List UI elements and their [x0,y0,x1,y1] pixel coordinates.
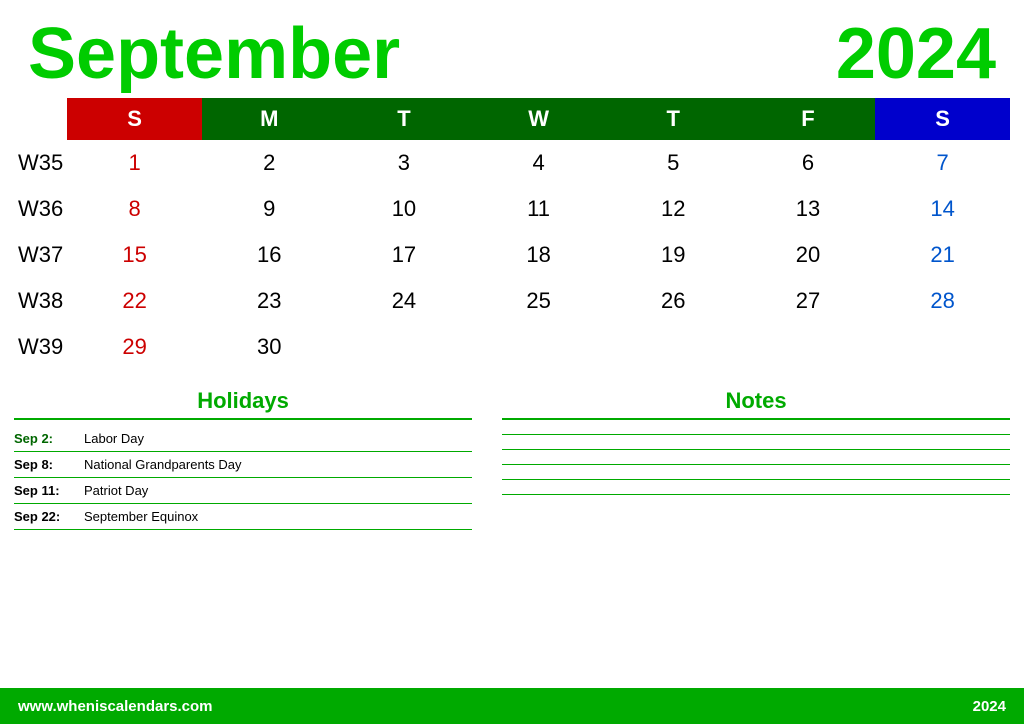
holiday-date: Sep 2: [14,431,84,446]
header-tue: T [337,98,472,140]
holiday-item: Sep 22:September Equinox [14,504,472,530]
holidays-title: Holidays [14,388,472,414]
calendar-day [337,324,472,370]
footer-year: 2024 [973,698,1006,715]
holidays-section: Holidays Sep 2:Labor DaySep 8:National G… [14,388,492,530]
calendar-day: 30 [202,324,337,370]
calendar-day: 15 [67,232,202,278]
calendar-header-row: S M T W T F S [14,98,1010,140]
bottom-section: Holidays Sep 2:Labor DaySep 8:National G… [0,378,1024,530]
notes-lines [502,434,1010,495]
calendar-day: 9 [202,186,337,232]
header-sat: S [875,98,1010,140]
header-sun: S [67,98,202,140]
notes-line [502,479,1010,480]
footer-url: www.wheniscalendars.com [18,698,213,715]
calendar-day: 27 [741,278,876,324]
calendar-day: 28 [875,278,1010,324]
calendar-day: 6 [741,140,876,186]
calendar-day: 1 [67,140,202,186]
notes-line [502,449,1010,450]
notes-section: Notes [492,388,1010,530]
calendar-row: W3715161718192021 [14,232,1010,278]
holidays-list: Sep 2:Labor DaySep 8:National Grandparen… [14,426,472,530]
calendar-day: 25 [471,278,606,324]
calendar-day [606,324,741,370]
holiday-date: Sep 8: [14,457,84,472]
notes-title: Notes [502,388,1010,414]
calendar-day: 16 [202,232,337,278]
calendar-day: 10 [337,186,472,232]
notes-line [502,464,1010,465]
calendar-wrapper: S M T W T F S W351234567W36891011121314W… [0,98,1024,370]
calendar-row: W351234567 [14,140,1010,186]
calendar-row: W392930 [14,324,1010,370]
calendar-table: S M T W T F S W351234567W36891011121314W… [14,98,1010,370]
year-title: 2024 [836,18,996,90]
week-number: W35 [14,140,67,186]
footer: www.wheniscalendars.com 2024 [0,688,1024,724]
header-mon: M [202,98,337,140]
week-number: W38 [14,278,67,324]
week-num-header [14,98,67,140]
header-fri: F [741,98,876,140]
calendar-day [875,324,1010,370]
calendar-day: 20 [741,232,876,278]
calendar-day: 12 [606,186,741,232]
notes-line [502,434,1010,435]
header-wed: W [471,98,606,140]
header-thu: T [606,98,741,140]
calendar-day: 7 [875,140,1010,186]
holiday-date: Sep 22: [14,509,84,524]
calendar-day: 4 [471,140,606,186]
calendar-day: 14 [875,186,1010,232]
calendar-day: 11 [471,186,606,232]
calendar-row: W36891011121314 [14,186,1010,232]
holiday-name: Labor Day [84,431,144,446]
holiday-item: Sep 8:National Grandparents Day [14,452,472,478]
holiday-name: National Grandparents Day [84,457,242,472]
calendar-day [471,324,606,370]
month-title: September [28,18,400,90]
calendar-body: W351234567W36891011121314W37151617181920… [14,140,1010,370]
calendar-day: 19 [606,232,741,278]
calendar-day: 23 [202,278,337,324]
calendar-header: September 2024 [0,0,1024,98]
calendar-day: 5 [606,140,741,186]
calendar-day: 26 [606,278,741,324]
holiday-date: Sep 11: [14,483,84,498]
week-number: W37 [14,232,67,278]
week-number: W39 [14,324,67,370]
calendar-day: 8 [67,186,202,232]
holiday-item: Sep 11:Patriot Day [14,478,472,504]
holidays-divider [14,418,472,420]
calendar-day [741,324,876,370]
calendar-day: 18 [471,232,606,278]
week-number: W36 [14,186,67,232]
calendar-row: W3822232425262728 [14,278,1010,324]
calendar-day: 3 [337,140,472,186]
holiday-item: Sep 2:Labor Day [14,426,472,452]
calendar-day: 17 [337,232,472,278]
calendar-day: 22 [67,278,202,324]
notes-divider [502,418,1010,420]
holiday-name: Patriot Day [84,483,148,498]
calendar-day: 2 [202,140,337,186]
calendar-day: 21 [875,232,1010,278]
calendar-day: 24 [337,278,472,324]
calendar-day: 13 [741,186,876,232]
notes-line [502,494,1010,495]
calendar-day: 29 [67,324,202,370]
holiday-name: September Equinox [84,509,198,524]
